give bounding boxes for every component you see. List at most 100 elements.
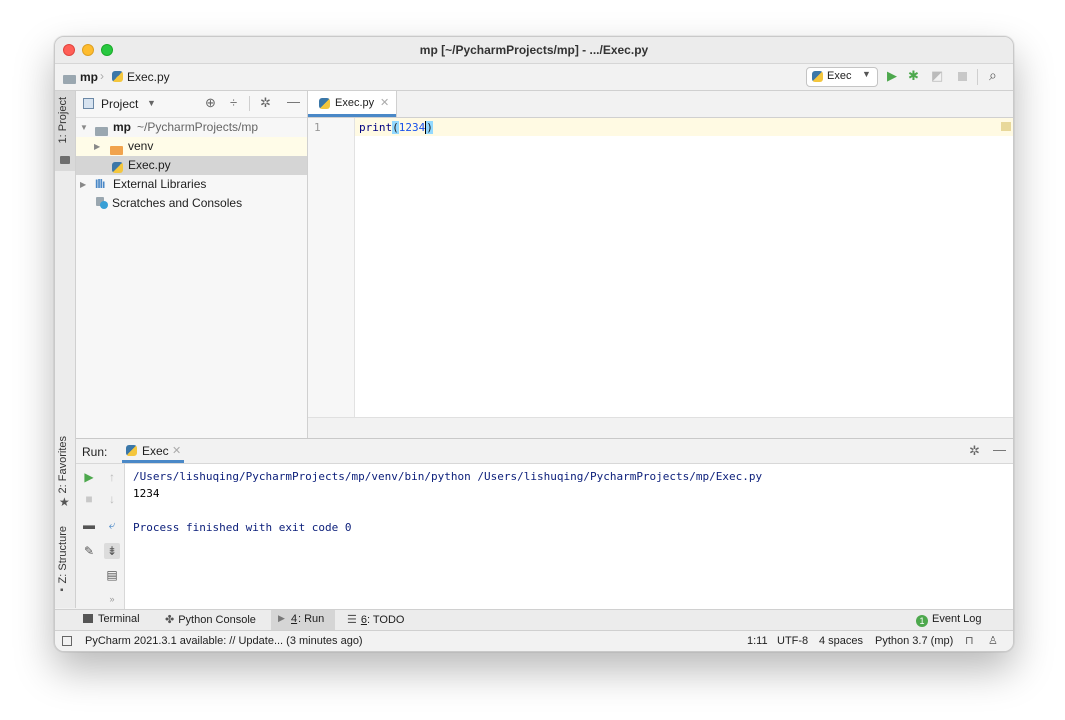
debug-icon[interactable]: ✱ — [908, 68, 919, 84]
code-function: print — [359, 121, 393, 134]
caret-position[interactable]: 1:11 — [747, 635, 768, 647]
header-divider — [249, 96, 250, 111]
stop-icon[interactable]: ■ — [81, 491, 97, 507]
editor-tab-bar: Exec.py ✕ — [308, 91, 1013, 118]
more-actions-icon[interactable]: » — [104, 591, 120, 607]
run-panel-header: Run: Exec ✕ ✲ — — [76, 439, 1013, 464]
left-tool-strip: 1: Project 2: Favorites ★ Z: Structure ▪ — [55, 91, 76, 608]
scroll-up-icon[interactable]: ↑ — [104, 469, 120, 485]
todo-tab-text: : TODO — [367, 614, 405, 626]
bottom-tool-bar: Terminal ✤ Python Console ▶ 4 : Run ☰ 6: T… — [55, 609, 1013, 630]
list-icon: ☰ — [347, 614, 357, 626]
current-line-highlight — [355, 118, 1013, 136]
code-number: 1234 — [398, 121, 426, 134]
terminal-icon — [83, 614, 93, 623]
run-panel: Run: Exec ✕ ✲ — ▶ ↑ ■ ↓ ▬ ⤶ ✎ ⇟ ▤ » /Use… — [76, 438, 1013, 609]
breadcrumb-separator-icon: › — [100, 69, 104, 83]
chevron-down-icon[interactable]: ▼ — [147, 98, 156, 108]
navigation-bar: mp › Exec.py Exec ▼ ▶ ✱ ◩ ⌕ — [55, 64, 1013, 91]
close-tab-icon[interactable]: ✕ — [380, 96, 389, 109]
console-line: 1234 — [133, 487, 160, 500]
event-log-tab[interactable]: 1 Event Log — [916, 613, 982, 627]
python-console-icon: ✤ — [165, 614, 175, 626]
tool-windows-toggle-icon[interactable] — [62, 636, 72, 646]
code-close-paren: ) — [425, 121, 433, 134]
breadcrumb-project[interactable]: mp — [80, 70, 98, 84]
code-line: print(1234) — [359, 121, 433, 134]
pycharm-window: mp [~/PycharmProjects/mp] - .../Exec.py … — [54, 36, 1014, 652]
chevron-down-icon: ▼ — [862, 69, 871, 79]
soft-wrap-icon[interactable]: ⤶ — [104, 517, 120, 533]
tool-window-favorites[interactable]: 2: Favorites — [57, 436, 69, 493]
close-tab-icon[interactable]: ✕ — [172, 444, 181, 457]
terminal-label: Terminal — [98, 613, 140, 625]
file-encoding[interactable]: UTF-8 — [777, 635, 808, 647]
error-stripe-marker[interactable] — [1001, 122, 1011, 131]
breadcrumb-file[interactable]: Exec.py — [127, 70, 170, 84]
tool-window-project[interactable]: 1: Project — [57, 97, 69, 143]
line-number-gutter: 1 — [308, 118, 355, 417]
scroll-down-icon[interactable]: ↓ — [104, 491, 120, 507]
gear-icon[interactable]: ✲ — [260, 95, 271, 111]
todo-tab[interactable]: ☰ 6: TODO — [347, 613, 405, 626]
run-tab-exec[interactable]: Exec ✕ — [122, 439, 184, 463]
line-number: 1 — [314, 121, 321, 134]
pin-icon[interactable]: ✎ — [81, 543, 97, 559]
status-message[interactable]: PyCharm 2021.3.1 available: // Update...… — [85, 635, 363, 647]
project-folder-icon — [63, 73, 76, 87]
run-panel-label: Run: — [82, 445, 108, 459]
scroll-to-end-icon[interactable]: ⇟ — [104, 543, 120, 559]
coverage-icon[interactable]: ◩ — [931, 68, 943, 84]
tree-item-venv[interactable]: ▶ venv — [76, 137, 307, 156]
python-console-tab[interactable]: ✤ Python Console — [165, 613, 256, 626]
run-tool-tab[interactable]: ▶ 4 : Run — [271, 610, 335, 630]
collapse-all-icon[interactable]: ÷ — [230, 95, 237, 110]
python-config-icon — [126, 445, 137, 459]
run-tab-text: : Run — [298, 613, 325, 625]
tree-item-path: ~/PycharmProjects/mp — [137, 120, 259, 134]
terminal-tab[interactable]: Terminal — [83, 613, 140, 625]
expand-arrow-icon[interactable]: ▶ — [80, 175, 86, 194]
print-icon[interactable]: ▤ — [104, 567, 120, 583]
rerun-icon[interactable]: ▶ — [81, 469, 97, 485]
tree-item-label: External Libraries — [113, 177, 207, 191]
run-icon[interactable]: ▶ — [887, 68, 897, 84]
indent-setting[interactable]: 4 spaces — [819, 635, 863, 647]
project-view-title[interactable]: Project — [101, 97, 138, 111]
stop-icon[interactable] — [958, 72, 967, 81]
python-console-label: Python Console — [178, 614, 256, 626]
locate-icon[interactable]: ⊕ — [205, 95, 216, 111]
expand-arrow-icon[interactable]: ▼ — [80, 118, 88, 137]
run-console-output[interactable]: /Users/lishuqing/PycharmProjects/mp/venv… — [133, 468, 762, 536]
tab-exec-py[interactable]: Exec.py ✕ — [308, 91, 397, 117]
star-icon: ★ — [59, 495, 70, 509]
run-config-label: Exec — [827, 70, 852, 82]
tool-window-structure[interactable]: Z: Structure — [57, 526, 69, 583]
project-panel-header: Project ▼ ⊕ ÷ ✲ — — [76, 91, 307, 118]
python-config-icon — [812, 71, 823, 85]
tree-item-external-libraries[interactable]: ▶ Illı External Libraries — [76, 175, 307, 194]
tree-item-mp[interactable]: ▼ mp ~/PycharmProjects/mp — [76, 118, 307, 137]
hide-panel-icon[interactable]: — — [993, 442, 1006, 457]
python-file-icon — [319, 98, 330, 112]
inspector-icon[interactable]: ♙ — [988, 634, 998, 647]
run-toolbar: ▶ ↑ ■ ↓ ▬ ⤶ ✎ ⇟ ▤ » — [76, 464, 125, 609]
lock-icon[interactable]: ⊓ — [965, 634, 974, 647]
console-line: Process finished with exit code 0 — [133, 521, 352, 534]
tree-item-scratches[interactable]: Scratches and Consoles — [76, 194, 307, 213]
horizontal-scrollbar[interactable] — [308, 417, 1013, 439]
python-file-icon — [112, 71, 123, 85]
hide-panel-icon[interactable]: — — [287, 94, 300, 109]
code-open-paren: ( — [392, 121, 399, 134]
tree-item-exec-py[interactable]: Exec.py — [76, 156, 307, 175]
scratches-icon — [96, 197, 108, 209]
editor-panel: Exec.py ✕ 1 print(1234) — [308, 91, 1013, 439]
expand-arrow-icon[interactable]: ▶ — [94, 137, 100, 156]
python-interpreter[interactable]: Python 3.7 (mp) — [875, 635, 953, 647]
gear-icon[interactable]: ✲ — [969, 443, 980, 459]
run-config-selector[interactable]: Exec ▼ — [806, 67, 878, 87]
code-area[interactable]: print(1234) — [355, 118, 1013, 438]
search-icon[interactable]: ⌕ — [989, 67, 997, 84]
event-log-label: Event Log — [932, 613, 982, 625]
restore-layout-icon[interactable]: ▬ — [81, 517, 97, 533]
